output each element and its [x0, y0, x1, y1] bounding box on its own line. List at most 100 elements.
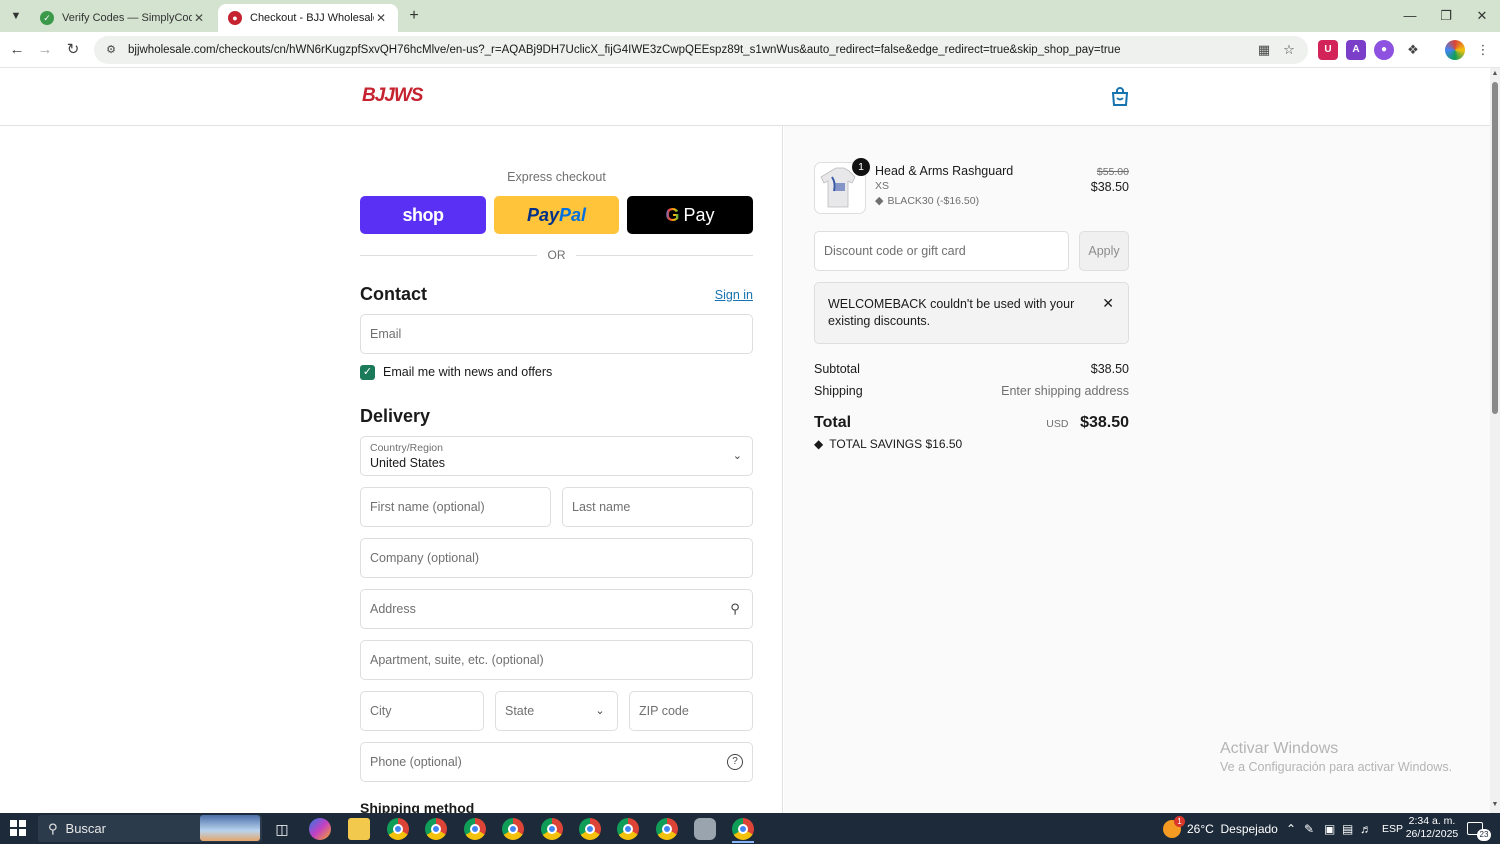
- chrome-taskbar-icon[interactable]: [425, 818, 447, 840]
- shipping-method-heading: Shipping method: [360, 800, 475, 813]
- close-tab-icon[interactable]: ✕: [374, 11, 388, 25]
- city-field[interactable]: City: [360, 691, 484, 731]
- address-field[interactable]: Address ⚲: [360, 589, 753, 629]
- bookmark-star-icon[interactable]: ☆: [1279, 40, 1299, 60]
- notifications-icon[interactable]: 23: [1467, 813, 1491, 844]
- back-arrow-icon[interactable]: ←: [5, 38, 29, 62]
- page-scrollbar[interactable]: ▲ ▼: [1490, 68, 1500, 813]
- google-g-icon: G: [665, 204, 680, 225]
- scroll-down-arrow-icon[interactable]: ▼: [1490, 801, 1500, 808]
- weather-widget[interactable]: 1 26°C Despejado: [1163, 813, 1278, 844]
- more-menu-icon[interactable]: ⋮: [1473, 40, 1493, 60]
- newsletter-label: Email me with news and offers: [383, 365, 553, 379]
- mouse-app-icon[interactable]: [694, 818, 716, 840]
- volume-icon[interactable]: ♬: [1360, 813, 1372, 844]
- show-hidden-icons-chevron-icon[interactable]: ⌃: [1286, 813, 1296, 844]
- extensions-puzzle-icon[interactable]: ❖: [1403, 40, 1423, 60]
- email-field[interactable]: Email: [360, 314, 753, 354]
- state-select[interactable]: State ⌄: [495, 691, 618, 731]
- chrome-taskbar-icon[interactable]: [387, 818, 409, 840]
- checkout-page: BJJWS Express checkout shop Pay Pal G Pay …: [0, 68, 1490, 813]
- checkbox-checked-icon[interactable]: ✓: [360, 364, 375, 380]
- tab-search-chevron-icon[interactable]: ▼: [6, 6, 26, 26]
- shopping-bag-icon[interactable]: [1108, 85, 1132, 109]
- windows-start-icon[interactable]: [10, 820, 26, 836]
- file-explorer-icon[interactable]: [348, 818, 370, 840]
- country-select[interactable]: Country/Region United States ⌄: [360, 436, 753, 476]
- chrome-taskbar-icon[interactable]: [656, 818, 678, 840]
- chrome-taskbar-icon[interactable]: [464, 818, 486, 840]
- savings-value: $16.50: [925, 437, 963, 451]
- site-settings-icon[interactable]: ⚙: [102, 41, 120, 59]
- minimize-icon[interactable]: —: [1395, 4, 1425, 28]
- profile-avatar-icon[interactable]: [1445, 40, 1465, 60]
- network-icon[interactable]: ▤: [1342, 813, 1353, 844]
- input-language[interactable]: ESP: [1382, 813, 1403, 844]
- extension-shield-icon[interactable]: U: [1318, 40, 1338, 60]
- discount-code-input[interactable]: Discount code or gift card: [814, 231, 1069, 271]
- scrollbar-thumb[interactable]: [1492, 82, 1498, 414]
- chrome-taskbar-icon[interactable]: [732, 818, 754, 840]
- chrome-taskbar-icon[interactable]: [579, 818, 601, 840]
- country-label: Country/Region: [370, 442, 443, 454]
- close-tab-icon[interactable]: ✕: [192, 11, 206, 25]
- weather-sun-icon: 1: [1163, 815, 1185, 838]
- pen-icon[interactable]: ✎: [1304, 813, 1314, 844]
- paypal-button[interactable]: Pay Pal: [494, 196, 619, 234]
- last-name-field[interactable]: Last name: [562, 487, 753, 527]
- company-field[interactable]: Company (optional): [360, 538, 753, 578]
- meet-icon[interactable]: ▣: [1324, 813, 1335, 844]
- copilot-icon[interactable]: [309, 818, 331, 840]
- forward-arrow-icon[interactable]: →: [33, 38, 57, 62]
- chrome-taskbar-icon[interactable]: [617, 818, 639, 840]
- reload-icon[interactable]: ↻: [61, 38, 85, 62]
- google-pay-button[interactable]: G Pay: [627, 196, 753, 234]
- apply-discount-button[interactable]: Apply: [1079, 231, 1129, 271]
- or-divider: OR: [360, 248, 753, 262]
- tab-checkout[interactable]: ● Checkout - BJJ Wholesale ✕: [218, 4, 398, 32]
- close-icon[interactable]: ✕: [1102, 295, 1114, 312]
- new-tab-plus-icon[interactable]: +: [404, 6, 424, 26]
- checkout-form-column: Express checkout shop Pay Pal G Pay OR Con…: [0, 126, 783, 813]
- store-logo[interactable]: BJJWS: [362, 85, 423, 107]
- shipping-label: Shipping: [814, 384, 863, 398]
- extension-a-icon[interactable]: A: [1346, 40, 1366, 60]
- apartment-field[interactable]: Apartment, suite, etc. (optional): [360, 640, 753, 680]
- close-window-icon[interactable]: ✕: [1467, 4, 1497, 28]
- delivery-heading: Delivery: [360, 406, 431, 426]
- shipping-row: Shipping Enter shipping address: [814, 384, 1129, 398]
- shop-pay-button[interactable]: shop: [360, 196, 486, 234]
- task-view-icon[interactable]: ◫: [271, 818, 293, 840]
- chevron-down-icon: ⌄: [595, 705, 605, 717]
- chrome-taskbar-icon[interactable]: [502, 818, 524, 840]
- url-text: bjjwholesale.com/checkouts/cn/hWN6rKugzp…: [128, 44, 1121, 56]
- newsletter-checkbox-row[interactable]: ✓ Email me with news and offers: [360, 363, 552, 381]
- search-highlight-image: [200, 815, 260, 841]
- first-name-field[interactable]: First name (optional): [360, 487, 551, 527]
- scroll-up-arrow-icon[interactable]: ▲: [1490, 70, 1500, 77]
- extension-circle-icon[interactable]: ●: [1374, 40, 1394, 60]
- help-question-icon[interactable]: ?: [727, 754, 743, 770]
- translate-icon[interactable]: ▦: [1254, 40, 1274, 60]
- windows-taskbar: ⚲ Buscar ◫ 1 26°C Despejado ⌃ ✎ ▣ ▤ ♬ ES…: [0, 813, 1500, 844]
- address-bar[interactable]: ⚙ bjjwholesale.com/checkouts/cn/hWN6rKug…: [94, 36, 1308, 64]
- total-row: Total USD $38.50: [814, 414, 1129, 432]
- zip-code-field[interactable]: ZIP code: [629, 691, 753, 731]
- restore-icon[interactable]: ❐: [1431, 4, 1461, 28]
- total-value: $38.50: [1080, 414, 1129, 431]
- notifications-count: 23: [1477, 829, 1491, 841]
- state-placeholder: State: [505, 704, 535, 718]
- divider-line: [576, 255, 753, 256]
- product-discount-text: BLACK30 (-$16.50): [887, 194, 980, 207]
- weather-desc: Despejado: [1220, 821, 1278, 836]
- phone-field[interactable]: Phone (optional) ?: [360, 742, 753, 782]
- tab-simplycodes[interactable]: ✓ Verify Codes — SimplyCodes ✕: [30, 4, 216, 32]
- active-app-indicator: [732, 841, 754, 843]
- quantity-badge: 1: [852, 158, 870, 176]
- sign-in-link[interactable]: Sign in: [700, 288, 753, 302]
- paypal-label-pay: Pay: [526, 204, 559, 225]
- apartment-placeholder: Apartment, suite, etc. (optional): [370, 653, 544, 667]
- chrome-taskbar-icon[interactable]: [541, 818, 563, 840]
- taskbar-clock[interactable]: 2:34 a. m. 26/12/2025: [1404, 815, 1460, 841]
- tab-title: Checkout - BJJ Wholesale: [250, 12, 374, 24]
